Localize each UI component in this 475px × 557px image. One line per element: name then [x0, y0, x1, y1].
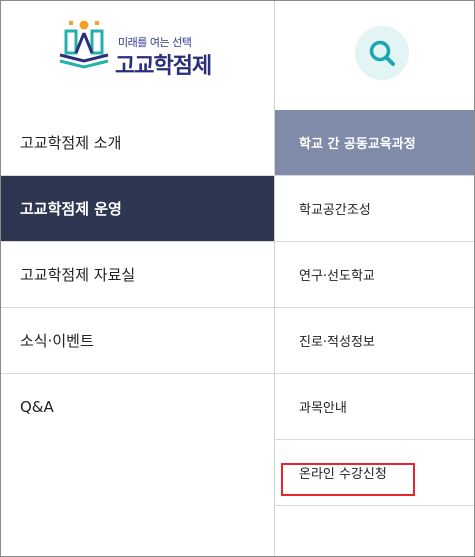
menu-item-label: 고교학점제 소개 [20, 134, 122, 152]
main-menu: 고교학점제 소개 고교학점제 운영 고교학점제 자료실 소식·이벤트 Q&A [1, 110, 274, 440]
submenu-item-joint-curriculum[interactable]: 학교 간 공동교육과정 [275, 110, 474, 176]
submenu-item-label: 학교공간조성 [299, 203, 371, 218]
site-logo[interactable]: 미래를 여는 선택 고교학점제 [1, 1, 274, 109]
search-button[interactable] [355, 26, 409, 80]
menu-item-intro[interactable]: 고교학점제 소개 [1, 110, 274, 176]
submenu-item-label: 학교 간 공동교육과정 [299, 137, 416, 152]
menu-item-operation[interactable]: 고교학점제 운영 [1, 176, 274, 242]
sub-menu: 학교 간 공동교육과정 학교공간조성 연구·선도학교 진로·적성정보 과목안내 … [275, 110, 474, 506]
menu-item-label: 고교학점제 자료실 [20, 266, 136, 284]
submenu-item-label: 진로·적성정보 [299, 335, 375, 350]
search-icon [369, 40, 395, 66]
logo-brand: 고교학점제 [115, 54, 212, 79]
submenu-item-course-guide[interactable]: 과목안내 [275, 374, 474, 440]
submenu-item-label: 연구·선도학교 [299, 269, 375, 284]
menu-item-label: Q&A [20, 398, 54, 416]
submenu-item-label: 과목안내 [299, 401, 347, 416]
menu-item-label: 고교학점제 운영 [20, 200, 122, 218]
menu-item-label: 소식·이벤트 [20, 332, 94, 350]
submenu-item-pilot-schools[interactable]: 연구·선도학교 [275, 242, 474, 308]
menu-item-qna[interactable]: Q&A [1, 374, 274, 440]
menu-item-news-events[interactable]: 소식·이벤트 [1, 308, 274, 374]
search-area [275, 1, 474, 109]
submenu-item-school-space[interactable]: 학교공간조성 [275, 176, 474, 242]
submenu-item-online-enrollment[interactable]: 온라인 수강신청 [275, 440, 474, 506]
menu-item-resources[interactable]: 고교학점제 자료실 [1, 242, 274, 308]
submenu-item-career-info[interactable]: 진로·적성정보 [275, 308, 474, 374]
logo-icon [59, 20, 109, 69]
submenu-item-label: 온라인 수강신청 [299, 467, 387, 482]
menu-panel: 미래를 여는 선택 고교학점제 고교학점제 소개 고교학점제 운영 고교학점제 … [0, 0, 475, 557]
